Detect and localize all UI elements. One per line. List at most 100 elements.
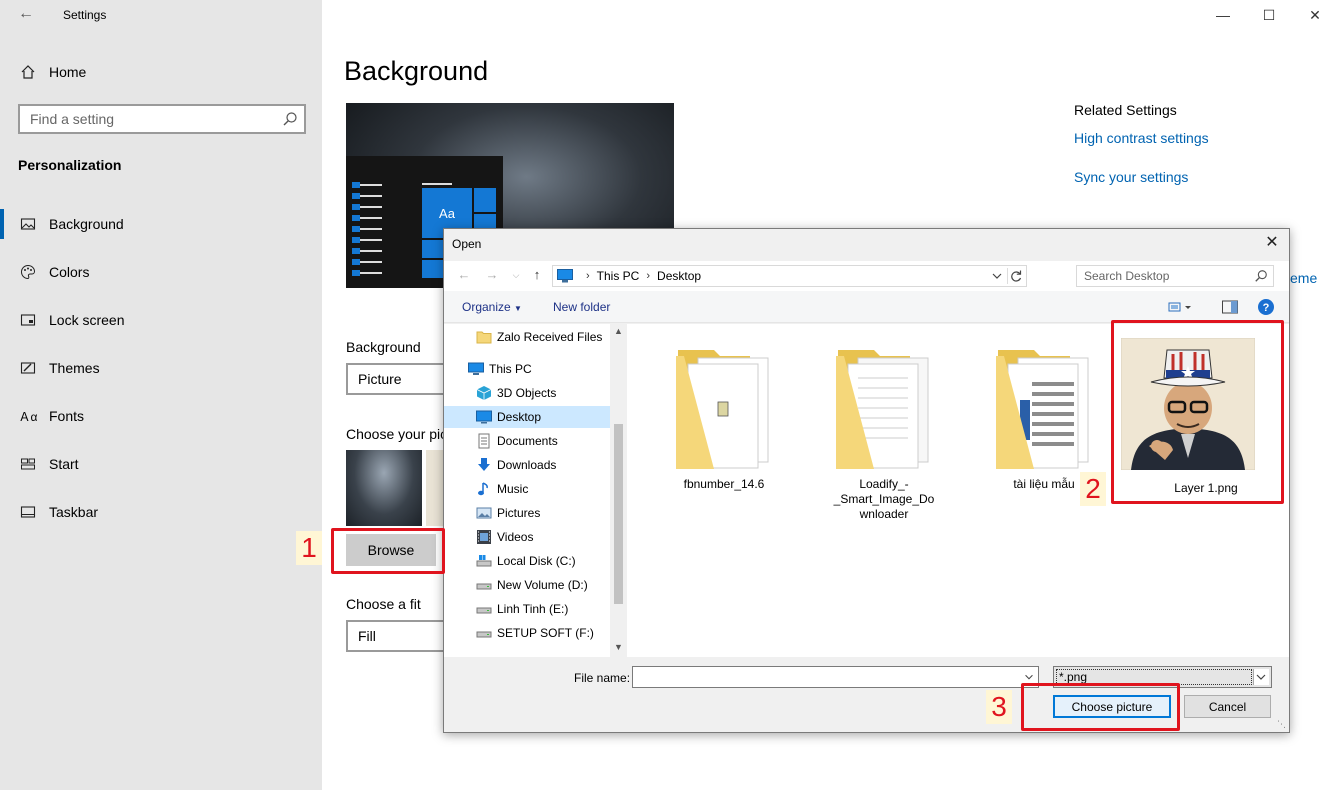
- back-arrow-icon[interactable]: ←: [18, 4, 38, 24]
- file-name-label: File name:: [574, 671, 631, 685]
- fit-dropdown[interactable]: Fill: [346, 620, 456, 652]
- nav-item-colors[interactable]: Colors: [18, 261, 318, 283]
- tree-item-this-pc[interactable]: This PC: [468, 358, 608, 380]
- chevron-down-icon[interactable]: [1253, 669, 1269, 685]
- chevron-down-icon[interactable]: [990, 268, 1004, 284]
- nav-item-lock-screen[interactable]: Lock screen: [18, 309, 318, 331]
- cancel-button[interactable]: Cancel: [1184, 695, 1271, 718]
- nav-item-background[interactable]: Background: [0, 209, 318, 239]
- help-icon[interactable]: ?: [1257, 298, 1275, 316]
- search-icon[interactable]: [282, 111, 298, 127]
- back-arrow-icon[interactable]: ←: [456, 267, 472, 283]
- theme-link-partial[interactable]: eme: [1290, 270, 1317, 286]
- organize-label: Organize: [462, 300, 511, 314]
- picture-thumbnail[interactable]: [346, 450, 422, 526]
- navigation-scrollbar[interactable]: ▲ ▼: [610, 324, 627, 657]
- tree-item-local-disk-c[interactable]: Local Disk (C:): [476, 550, 608, 572]
- section-title: Personalization: [18, 157, 122, 173]
- file-name-input[interactable]: [633, 667, 1013, 687]
- dialog-search-input[interactable]: [1077, 266, 1252, 286]
- dialog-search-box[interactable]: [1076, 265, 1274, 287]
- nav-item-themes[interactable]: Themes: [18, 357, 318, 379]
- address-box[interactable]: › This PC › Desktop: [552, 265, 1027, 287]
- dialog-title: Open: [452, 237, 482, 251]
- minimize-icon[interactable]: —: [1212, 5, 1234, 25]
- nav-item-fonts[interactable]: Ａα Fonts: [18, 405, 318, 427]
- up-arrow-icon[interactable]: ↑: [529, 267, 545, 283]
- tree-item-label: Zalo Received Files: [497, 330, 603, 344]
- new-folder-button[interactable]: New folder: [553, 300, 610, 314]
- refresh-icon[interactable]: [1007, 268, 1023, 284]
- nav-item-start[interactable]: Start: [18, 453, 318, 475]
- home-link[interactable]: Home: [18, 61, 86, 83]
- background-label: Background: [346, 339, 421, 355]
- tree-item-downloads[interactable]: Downloads: [476, 454, 608, 476]
- recent-locations-icon[interactable]: ⌵: [508, 267, 524, 283]
- file-name-line2: wnloader: [859, 507, 909, 521]
- search-icon[interactable]: [1254, 269, 1268, 283]
- tree-item-label: Linh Tinh (E:): [497, 602, 569, 616]
- tree-item-label: Pictures: [497, 506, 541, 520]
- tree-item-label: Music: [497, 482, 529, 496]
- breadcrumb-desktop[interactable]: Desktop: [657, 269, 701, 283]
- tree-item-music[interactable]: Music: [476, 478, 608, 500]
- tree-item-zalo[interactable]: Zalo Received Files: [476, 326, 608, 348]
- tree-item-linh-tinh-e[interactable]: Linh Tinh (E:): [476, 598, 608, 620]
- lock-screen-icon: [18, 310, 38, 330]
- tree-item-setup-soft-f[interactable]: SETUP SOFT (F:): [476, 622, 608, 644]
- file-name-field[interactable]: [632, 666, 1039, 688]
- tree-item-new-volume-d[interactable]: New Volume (D:): [476, 574, 608, 596]
- nav-item-label: Lock screen: [49, 312, 125, 328]
- file-item-fbnumber[interactable]: fbnumber_14.6: [649, 344, 799, 494]
- tree-item-videos[interactable]: Videos: [476, 526, 608, 548]
- tree-item-label: Desktop: [497, 410, 542, 424]
- forward-arrow-icon[interactable]: →: [484, 267, 500, 283]
- maximize-icon[interactable]: ☐: [1258, 5, 1280, 25]
- chevron-down-icon[interactable]: ▼: [614, 642, 623, 652]
- tree-item-documents[interactable]: Documents: [476, 430, 608, 452]
- nav-item-taskbar[interactable]: Taskbar: [18, 501, 318, 523]
- folder-icon: [676, 350, 769, 469]
- folder-icon: [836, 350, 929, 469]
- dialog-close-icon[interactable]: ✕: [1263, 234, 1281, 252]
- fonts-icon: Ａα: [18, 409, 38, 424]
- view-options-icon[interactable]: [1168, 298, 1191, 316]
- drive-icon: [476, 601, 492, 617]
- file-name: fbnumber_14.6: [683, 477, 765, 491]
- chevron-right-icon: ›: [646, 270, 651, 282]
- sync-settings-link[interactable]: Sync your settings: [1074, 169, 1188, 185]
- tree-item-label: Downloads: [497, 458, 557, 472]
- settings-search-box[interactable]: [18, 104, 306, 134]
- background-dropdown[interactable]: Picture: [346, 363, 456, 395]
- tree-item-desktop[interactable]: Desktop: [444, 406, 610, 428]
- annotation-box-3: [1021, 683, 1180, 731]
- tree-item-pictures[interactable]: Pictures: [476, 502, 608, 524]
- tree-item-label: Documents: [497, 434, 558, 448]
- resize-grip-icon[interactable]: ⋱: [1277, 719, 1286, 730]
- close-icon[interactable]: ✕: [1304, 5, 1326, 25]
- scrollbar-thumb[interactable]: [614, 424, 623, 604]
- breadcrumb-this-pc[interactable]: This PC: [597, 269, 640, 283]
- preview-pane-icon[interactable]: [1221, 298, 1239, 316]
- address-bar-row: ← → ⌵ ↑ › This PC › Desktop: [444, 261, 1289, 291]
- navigation-pane: Zalo Received Files This PC 3D Objects D…: [444, 324, 626, 657]
- nav-item-label: Background: [49, 216, 124, 232]
- image-icon: [18, 214, 38, 234]
- tree-item-label: SETUP SOFT (F:): [497, 626, 594, 640]
- tree-item-3d-objects[interactable]: 3D Objects: [476, 382, 608, 404]
- drive-icon: [476, 625, 492, 641]
- folder-icon: [476, 329, 492, 345]
- organize-button[interactable]: Organize ▼: [462, 300, 522, 314]
- home-icon: [18, 62, 38, 82]
- annotation-box-2: [1111, 320, 1284, 504]
- file-name-line1: Loadify_-_Smart_Image_Do: [833, 477, 935, 506]
- nav-item-label: Start: [49, 456, 79, 472]
- chevron-up-icon[interactable]: ▲: [614, 326, 623, 336]
- annotation-box-1: [331, 528, 445, 574]
- file-item-loadify[interactable]: Loadify_-_Smart_Image_Do wnloader: [809, 344, 959, 521]
- home-label: Home: [49, 64, 87, 80]
- nav-item-label: Fonts: [49, 408, 85, 424]
- high-contrast-link[interactable]: High contrast settings: [1074, 130, 1209, 146]
- settings-search-input[interactable]: [20, 106, 280, 132]
- tree-item-label: Videos: [497, 530, 534, 544]
